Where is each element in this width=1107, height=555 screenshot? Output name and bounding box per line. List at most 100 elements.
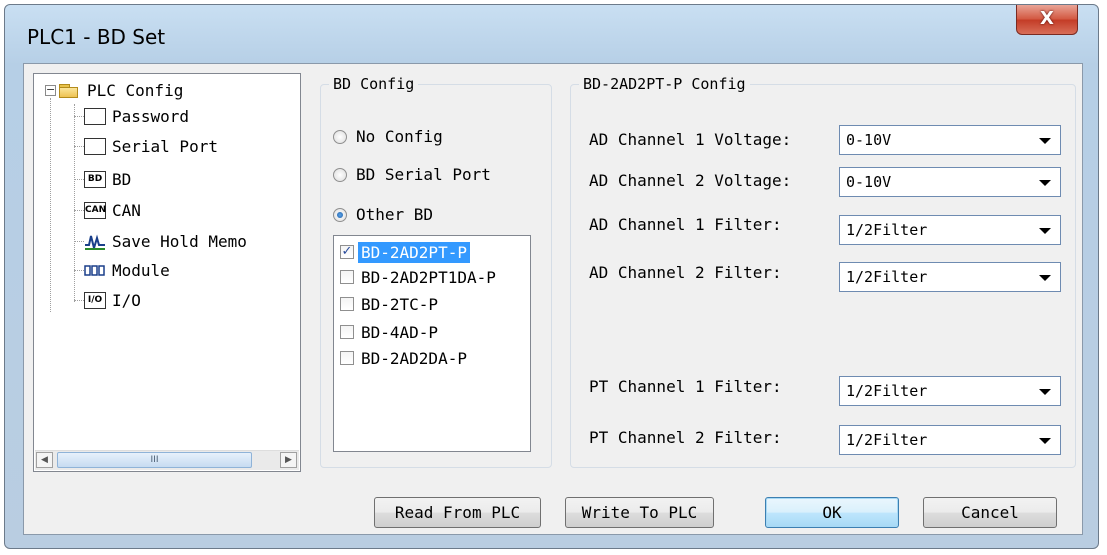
- list-item-bd-2tc-p[interactable]: BD-2TC-P: [336, 293, 441, 315]
- dropdown-arrow-icon[interactable]: [1039, 275, 1051, 281]
- scrollbar-thumb[interactable]: III: [57, 452, 252, 468]
- tree-item-io[interactable]: I/O I/O: [74, 288, 141, 312]
- read-from-plc-button[interactable]: Read From PLC: [374, 497, 541, 528]
- dropdown-arrow-icon[interactable]: [1039, 438, 1051, 444]
- folder-icon: [59, 82, 79, 98]
- tree-item-password[interactable]: Password: [74, 104, 189, 128]
- radio-label: No Config: [356, 127, 443, 146]
- tree-item-serial-port[interactable]: Serial Port: [74, 134, 218, 158]
- dropdown-arrow-icon[interactable]: [1039, 180, 1051, 186]
- pt-channel-2-filter-label: PT Channel 2 Filter:: [589, 428, 782, 447]
- bd-icon: BD: [84, 170, 106, 188]
- close-button[interactable]: X: [1016, 5, 1078, 35]
- ad-channel-2-voltage-label: AD Channel 2 Voltage:: [589, 171, 792, 190]
- select-value: 1/2Filter: [846, 382, 928, 400]
- serial-port-icon: [84, 137, 106, 155]
- radio-other-bd[interactable]: Other BD: [333, 205, 433, 224]
- tree-branch-line: [74, 115, 84, 117]
- list-item-label: BD-2TC-P: [361, 294, 439, 314]
- scroll-right-button[interactable]: ▶: [280, 452, 297, 468]
- list-item-bd-2ad2pt1da-p[interactable]: BD-2AD2PT1DA-P: [336, 266, 499, 288]
- cancel-button[interactable]: Cancel: [923, 497, 1057, 528]
- pt-channel-1-filter-select[interactable]: 1/2Filter: [839, 376, 1061, 406]
- dropdown-arrow-icon[interactable]: [1039, 389, 1051, 395]
- tree-branch-line: [74, 145, 84, 147]
- ad-channel-2-filter-label: AD Channel 2 Filter:: [589, 263, 782, 282]
- window-title: PLC1 - BD Set: [27, 25, 166, 49]
- bd-module-list[interactable]: ✓ BD-2AD2PT-P BD-2AD2PT1DA-P BD-2TC-P BD…: [333, 235, 531, 452]
- tree-branch-line: [74, 299, 84, 301]
- scroll-left-button[interactable]: ◀: [36, 452, 53, 468]
- radio-circle[interactable]: [333, 129, 347, 144]
- collapse-icon[interactable]: −: [45, 84, 56, 96]
- select-value: 0-10V: [846, 173, 892, 191]
- tree-horizontal-scrollbar[interactable]: ◀ III ▶: [35, 450, 299, 470]
- tree-item-label: I/O: [112, 290, 141, 310]
- tree-branch-line: [74, 269, 84, 271]
- bd-config-title: BD Config: [329, 75, 419, 93]
- list-item-label: BD-4AD-P: [361, 322, 439, 342]
- ad-channel-1-voltage-label: AD Channel 1 Voltage:: [589, 130, 792, 149]
- tree-item-save-hold-memory[interactable]: Save Hold Memo: [74, 229, 247, 253]
- radio-no-config[interactable]: No Config: [333, 127, 443, 146]
- ad-channel-2-voltage-select[interactable]: 0-10V: [839, 167, 1061, 197]
- select-value: 1/2Filter: [846, 221, 928, 239]
- radio-label: BD Serial Port: [356, 165, 491, 184]
- dialog-body: − PLC Config Password Serial Port BD BD: [23, 63, 1083, 535]
- io-icon: I/O: [84, 291, 106, 309]
- save-hold-memory-icon: [84, 232, 106, 252]
- checkbox[interactable]: [340, 325, 354, 339]
- bd-config-group: BD Config No Config BD Serial Port Other…: [320, 75, 552, 468]
- list-item-label: BD-2AD2DA-P: [361, 348, 467, 368]
- module-config-group: BD-2AD2PT-P Config AD Channel 1 Voltage:…: [570, 75, 1076, 468]
- list-item-bd-2ad2da-p[interactable]: BD-2AD2DA-P: [336, 347, 470, 369]
- tree-item-bd[interactable]: BD BD: [74, 167, 131, 191]
- tree-branch-line: [74, 209, 84, 211]
- tree-item-label: Save Hold Memo: [112, 231, 247, 251]
- ad-channel-1-filter-label: AD Channel 1 Filter:: [589, 215, 782, 234]
- list-item-bd-4ad-p[interactable]: BD-4AD-P: [336, 321, 441, 343]
- checkbox[interactable]: [340, 351, 354, 365]
- list-item-label: BD-2AD2PT-P: [358, 241, 470, 263]
- can-icon: CAN: [84, 201, 106, 219]
- title-bar[interactable]: PLC1 - BD Set X: [5, 5, 1098, 63]
- ad-channel-1-voltage-select[interactable]: 0-10V: [839, 125, 1061, 155]
- tree-item-label: Password: [112, 106, 190, 126]
- tree-item-plc-config[interactable]: − PLC Config: [45, 78, 183, 102]
- checkbox-checked[interactable]: ✓: [340, 245, 354, 259]
- ad-channel-1-filter-select[interactable]: 1/2Filter: [839, 215, 1061, 245]
- pt-channel-1-filter-label: PT Channel 1 Filter:: [589, 377, 782, 396]
- tree-item-can[interactable]: CAN CAN: [74, 198, 141, 222]
- tree-item-label: Module: [112, 260, 170, 280]
- module-config-title: BD-2AD2PT-P Config: [579, 75, 750, 93]
- tree-item-label: BD: [112, 169, 132, 189]
- config-tree[interactable]: − PLC Config Password Serial Port BD BD: [33, 73, 301, 472]
- dropdown-arrow-icon[interactable]: [1039, 138, 1051, 144]
- select-value: 1/2Filter: [846, 268, 928, 286]
- tree-item-label: CAN: [112, 200, 141, 220]
- pt-channel-2-filter-select[interactable]: 1/2Filter: [839, 425, 1061, 455]
- checkbox[interactable]: [340, 297, 354, 311]
- radio-bd-serial-port[interactable]: BD Serial Port: [333, 165, 491, 184]
- password-icon: [84, 107, 106, 125]
- select-value: 1/2Filter: [846, 431, 928, 449]
- list-item-label: BD-2AD2PT1DA-P: [361, 267, 496, 287]
- list-item-bd-2ad2pt-p[interactable]: ✓ BD-2AD2PT-P: [336, 241, 470, 263]
- tree-item-module[interactable]: Module: [74, 258, 170, 282]
- tree-branch-line: [74, 178, 84, 180]
- tree-item-label: PLC Config: [87, 80, 184, 100]
- radio-circle-selected[interactable]: [333, 207, 347, 222]
- module-icon: [84, 261, 106, 279]
- radio-label: Other BD: [356, 205, 434, 224]
- checkbox[interactable]: [340, 270, 354, 284]
- tree-connector-line: [50, 98, 51, 312]
- write-to-plc-button[interactable]: Write To PLC: [565, 497, 714, 528]
- ok-button[interactable]: OK: [765, 497, 899, 528]
- radio-circle[interactable]: [333, 167, 347, 182]
- tree-branch-line: [74, 240, 84, 242]
- ad-channel-2-filter-select[interactable]: 1/2Filter: [839, 262, 1061, 292]
- bd-set-dialog: PLC1 - BD Set X − PLC Config Password Se…: [4, 4, 1099, 549]
- tree-item-label: Serial Port: [112, 136, 218, 156]
- dropdown-arrow-icon[interactable]: [1039, 228, 1051, 234]
- select-value: 0-10V: [846, 131, 892, 149]
